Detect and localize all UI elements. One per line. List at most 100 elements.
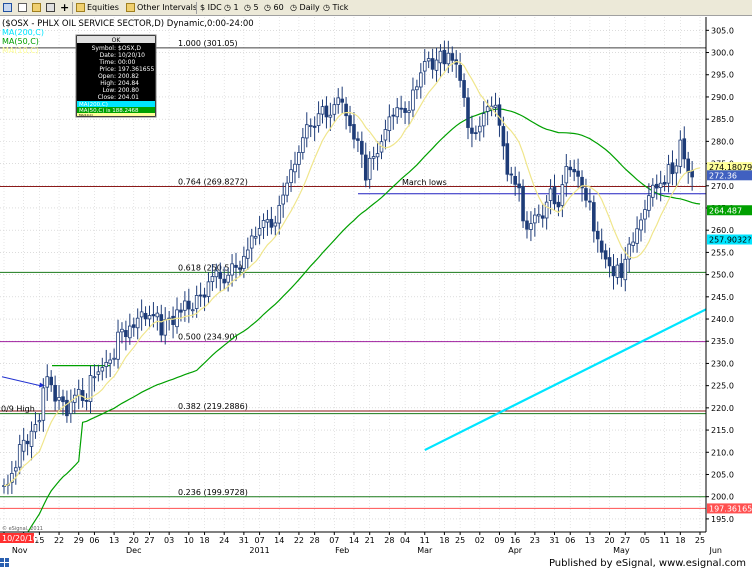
candle-body xyxy=(576,170,580,177)
add-icon[interactable]: + xyxy=(60,2,69,14)
tick-button[interactable]: ◷ Tick xyxy=(323,2,348,14)
candle-body xyxy=(564,166,569,184)
candle-body xyxy=(139,311,144,318)
candle-body xyxy=(686,158,691,173)
daily-button[interactable]: ◷ Daily xyxy=(290,2,320,14)
info-box-value: 200.82 xyxy=(118,73,139,80)
toolbar: + Equities Other Intervals $ IDC ◷ 1 ◷ 5… xyxy=(0,0,752,16)
candle-body xyxy=(187,300,191,310)
candle-body xyxy=(592,202,596,232)
other-intervals-menu[interactable]: Other Intervals xyxy=(126,2,197,14)
candle-body xyxy=(363,154,368,181)
candle-body xyxy=(415,86,419,91)
x-tick-label: 11 xyxy=(420,536,430,545)
new-icon[interactable] xyxy=(18,2,29,14)
x-tick-label: 06 xyxy=(565,536,575,545)
grid-icon[interactable] xyxy=(46,2,57,14)
folder-icon[interactable] xyxy=(32,2,43,14)
candle-body xyxy=(540,215,545,219)
candle-body xyxy=(548,188,553,201)
info-box-key: Date: xyxy=(100,52,116,59)
candle-body xyxy=(466,97,470,128)
candle-body xyxy=(190,309,195,312)
x-tick-label: 27 xyxy=(144,536,154,545)
x-tick-label: 06 xyxy=(89,536,99,545)
candle-body xyxy=(128,325,132,339)
x-tick-label: 18 xyxy=(199,536,209,545)
y-tick-label: 225.0 xyxy=(711,382,734,391)
candle-body xyxy=(131,324,136,328)
y-tick-label: 250.0 xyxy=(711,271,734,280)
candle-body xyxy=(344,103,348,117)
candle-body xyxy=(599,240,604,253)
candle-body xyxy=(399,107,403,110)
interval-1-label: 1 xyxy=(233,3,239,12)
candle-body xyxy=(151,314,156,317)
candle-body xyxy=(552,186,557,205)
interval-1-button[interactable]: ◷ 1 xyxy=(224,2,239,14)
x-tick-label: 25 xyxy=(455,536,465,545)
candle-body xyxy=(603,250,608,260)
equities-label: Equities xyxy=(87,3,119,12)
x-tick-label: 27 xyxy=(620,536,630,545)
candle-body xyxy=(654,183,659,189)
candle-body xyxy=(65,399,69,417)
info-box-value: $OSX,D xyxy=(118,45,141,52)
candle-body xyxy=(422,61,427,72)
candle-body xyxy=(556,201,561,208)
candle-body xyxy=(674,165,679,174)
x-tick-label: 20 xyxy=(129,536,139,545)
date-box-label: 10/20/10 xyxy=(2,534,38,543)
prior-high-label: 0/9 High xyxy=(1,405,35,414)
x-tick-label: 04 xyxy=(400,536,410,545)
candle-body xyxy=(183,300,187,311)
candle-body xyxy=(336,97,341,105)
candle-body xyxy=(202,294,207,298)
idc-button[interactable]: $ IDC xyxy=(200,2,222,14)
candle-body xyxy=(568,166,573,171)
equities-menu[interactable]: Equities xyxy=(76,2,119,14)
candle-body xyxy=(261,220,266,228)
candle-body xyxy=(37,420,42,423)
footer: Published by eSignal, www.esignal.com xyxy=(0,556,752,572)
candle-body xyxy=(316,113,321,126)
x-month-label: Nov xyxy=(12,546,28,555)
x-tick-label: 29 xyxy=(74,536,84,545)
candle-body xyxy=(25,440,30,445)
interval-5-button[interactable]: ◷ 5 xyxy=(244,2,259,14)
chart-icon[interactable] xyxy=(3,2,14,14)
info-box-key: Price: xyxy=(99,66,116,73)
y-tick-label: 285.0 xyxy=(711,115,734,124)
resize-grip-icon[interactable] xyxy=(0,558,14,570)
march-lows-label: March lows xyxy=(402,178,447,187)
candle-body xyxy=(497,104,502,126)
x-tick-label: 25 xyxy=(695,536,705,545)
candle-body xyxy=(214,270,219,278)
candle-body xyxy=(536,213,541,217)
price-tag-label: 272.36 xyxy=(709,171,737,180)
candle-body xyxy=(69,401,73,414)
candle-body xyxy=(242,255,246,269)
candle-body xyxy=(458,65,462,81)
candle-body xyxy=(544,201,549,219)
candle-body xyxy=(340,98,344,103)
price-chart[interactable]: 1.000 (301.05)0.764 (269.8272)0.618 (250… xyxy=(0,16,752,556)
candle-body xyxy=(525,220,529,230)
candle-body xyxy=(265,219,270,223)
candle-body xyxy=(450,53,455,61)
info-box-key: Close: xyxy=(98,94,116,101)
x-tick-label: 18 xyxy=(439,536,449,545)
candle-body xyxy=(61,396,65,403)
y-tick-label: 230.0 xyxy=(711,359,734,368)
candle-body xyxy=(328,114,333,118)
y-tick-label: 210.0 xyxy=(711,448,734,457)
candle-body xyxy=(407,110,411,113)
candle-body xyxy=(477,125,482,133)
interval-60-button[interactable]: ◷ 60 xyxy=(264,2,284,14)
candle-body xyxy=(387,116,392,132)
candle-body xyxy=(533,214,537,224)
separator xyxy=(72,2,73,14)
candle-body xyxy=(501,126,506,147)
candle-body xyxy=(367,157,372,180)
candle-body xyxy=(572,169,576,173)
